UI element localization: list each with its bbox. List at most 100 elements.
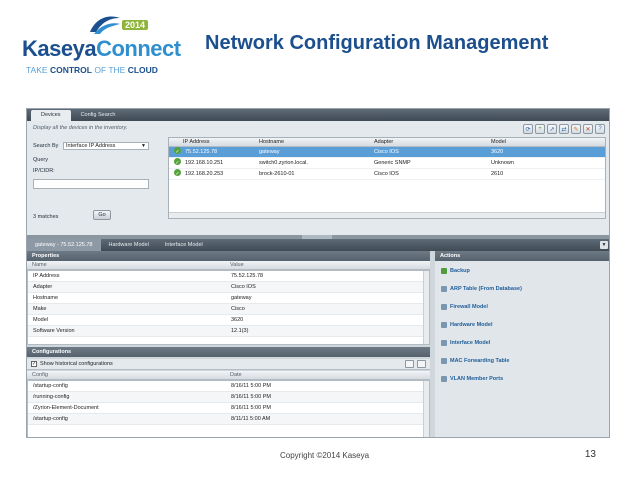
compare-icon[interactable]: ⇄: [559, 124, 569, 134]
config-date: 8/16/11 5:00 PM: [231, 383, 271, 389]
go-button[interactable]: Go: [93, 210, 111, 220]
search-by-label: Search By: [33, 143, 59, 149]
property-row[interactable]: Hostname gateway: [28, 293, 429, 304]
device-table-scrollbar[interactable]: [169, 212, 605, 218]
table-row[interactable]: ✓ 75.52.125.78 gateway Cisco IOS 3620: [169, 147, 605, 158]
delete-icon[interactable]: ✕: [583, 124, 593, 134]
property-row[interactable]: Make Cisco: [28, 304, 429, 315]
cell-ip: 192.168.20.253: [185, 171, 224, 177]
actions-panel: Actions Backup ARP Table (From Database)…: [435, 251, 609, 437]
cell-model: Unknown: [491, 160, 514, 166]
show-historical-label: Show historical configurations: [40, 361, 113, 367]
tagline-cloud: CLOUD: [127, 65, 158, 75]
refresh-icon[interactable]: ⟳: [523, 124, 533, 134]
action-firewall-model[interactable]: Firewall Model: [441, 302, 488, 312]
action-interface-model[interactable]: Interface Model: [441, 338, 490, 348]
config-row[interactable]: /running-config 8/16/11 5:00 PM: [28, 392, 429, 403]
property-name: Model: [33, 317, 48, 323]
config-row[interactable]: /startup-config 8/16/11 5:00 PM: [28, 381, 429, 392]
cell-hostname: switch0.zyrion.local.: [259, 160, 308, 166]
property-row[interactable]: IP Address 75.52.125.78: [28, 271, 429, 282]
col-ip-address[interactable]: IP Address: [183, 138, 210, 147]
col-hostname[interactable]: Hostname: [259, 138, 284, 147]
action-vlan-member-ports[interactable]: VLAN Member Ports: [441, 374, 503, 384]
configurations-header: Configurations: [27, 347, 430, 357]
tagline-pre: TAKE: [26, 65, 50, 75]
property-row[interactable]: Model 3620: [28, 315, 429, 326]
properties-scrollbar[interactable]: [423, 271, 429, 344]
action-label: VLAN Member Ports: [450, 376, 504, 382]
property-row[interactable]: Adapter Cisco IOS: [28, 282, 429, 293]
configurations-column-header: Config Date: [27, 371, 430, 380]
configurations-scrollbar[interactable]: [423, 381, 429, 437]
help-icon[interactable]: ?: [595, 124, 605, 134]
tab-devices[interactable]: Devices: [31, 110, 71, 121]
col-name[interactable]: Name: [32, 261, 47, 270]
detail-tab-bar: gateway - 75.52.125.78 Hardware Model In…: [27, 239, 609, 251]
search-by-select[interactable]: Interface IP Address ▼: [63, 142, 149, 150]
config-name: /startup-config: [33, 416, 68, 422]
kaseya-connect-logo: 2014 KaseyaConnect TAKE CONTROL OF THE C…: [22, 14, 192, 75]
status-ok-icon: ✓: [174, 158, 181, 166]
cell-ip: 192.168.10.251: [185, 160, 224, 166]
show-historical-checkbox[interactable]: ✓: [31, 361, 37, 367]
col-value[interactable]: Value: [230, 261, 244, 270]
tab-config-search[interactable]: Config Search: [71, 110, 126, 121]
tab-hardware-model[interactable]: Hardware Model: [101, 239, 157, 251]
cell-ip: 75.52.125.78: [185, 149, 218, 155]
property-name: Make: [33, 306, 47, 312]
action-mac-forwarding-table[interactable]: MAC Forwarding Table: [441, 356, 509, 366]
actions-header: Actions: [435, 251, 609, 261]
logo-year-badge: 2014: [122, 20, 149, 30]
ip-cidr-input[interactable]: [33, 179, 149, 189]
compare-config-icon[interactable]: [417, 360, 426, 368]
action-hardware-model[interactable]: Hardware Model: [441, 320, 492, 330]
property-row[interactable]: Software Version 12.1(3): [28, 326, 429, 337]
tagline-control: CONTROL: [49, 65, 92, 75]
add-icon[interactable]: +: [535, 124, 545, 134]
property-name: Software Version: [33, 328, 75, 334]
config-row[interactable]: /Zyrion-Element-Document 8/16/11 5:00 PM: [28, 403, 429, 414]
config-date: 8/16/11 5:00 PM: [231, 394, 271, 400]
tab-list-dropdown-icon[interactable]: ▼: [600, 241, 608, 249]
edit-icon[interactable]: ✎: [571, 124, 581, 134]
action-label: MAC Forwarding Table: [450, 358, 510, 364]
cell-adapter: Generic SNMP: [374, 160, 411, 166]
logo-word-connect: Connect: [96, 36, 181, 61]
config-name: /Zyrion-Element-Document: [33, 405, 99, 411]
configurations-toolbar: ✓ Show historical configurations: [27, 359, 430, 370]
property-value: gateway: [231, 295, 252, 301]
cell-adapter: Cisco IOS: [374, 171, 399, 177]
report-icon: [441, 285, 447, 292]
report-icon: [441, 321, 447, 328]
logo-tagline: TAKE CONTROL OF THE CLOUD: [26, 65, 158, 75]
inventory-hint: Display all the devices in the inventory…: [33, 125, 128, 131]
search-panel: Display all the devices in the inventory…: [27, 121, 167, 235]
logo-word-kaseya: Kaseya: [22, 36, 97, 61]
export-icon[interactable]: ↗: [547, 124, 557, 134]
ip-cidr-label: IP/CIDR:: [33, 168, 55, 174]
action-arp-table[interactable]: ARP Table (From Database): [441, 284, 522, 294]
table-row[interactable]: ✓ 192.168.10.251 switch0.zyrion.local. G…: [169, 158, 605, 169]
property-value: 12.1(3): [231, 328, 249, 334]
action-label: Backup: [450, 268, 470, 274]
col-date[interactable]: Date: [230, 371, 242, 380]
config-row[interactable]: /startup-config 8/11/11 5:00 AM: [28, 414, 429, 425]
view-config-icon[interactable]: [405, 360, 414, 368]
table-row[interactable]: ✓ 192.168.20.253 brock-2610-01 Cisco IOS…: [169, 169, 605, 180]
device-table-header: IP Address Hostname Adapter Model: [169, 138, 605, 147]
col-model[interactable]: Model: [491, 138, 506, 147]
config-date: 8/16/11 5:00 PM: [231, 405, 271, 411]
col-adapter[interactable]: Adapter: [374, 138, 393, 147]
query-label: Query: [33, 157, 48, 163]
property-name: Adapter: [33, 284, 53, 290]
tab-gateway-details[interactable]: gateway - 75.52.125.78: [27, 239, 101, 251]
report-icon: [441, 339, 447, 346]
col-config[interactable]: Config: [32, 371, 48, 380]
tagline-mid: OF THE: [91, 65, 128, 75]
status-ok-icon: ✓: [174, 147, 181, 155]
tab-interface-model[interactable]: Interface Model: [157, 239, 211, 251]
config-name: /startup-config: [33, 383, 68, 389]
action-backup[interactable]: Backup: [441, 266, 470, 276]
cell-hostname: brock-2610-01: [259, 171, 295, 177]
